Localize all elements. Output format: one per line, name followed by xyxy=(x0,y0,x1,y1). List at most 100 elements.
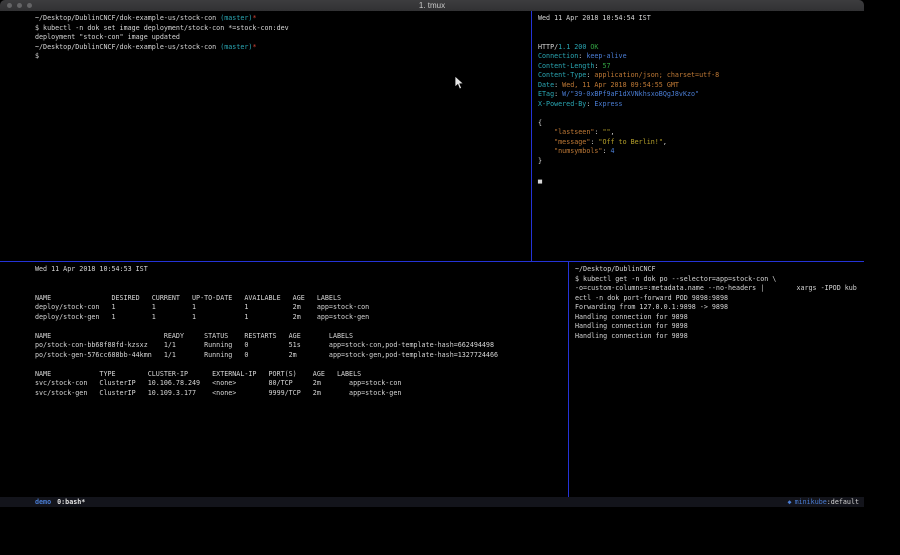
text-segment: svc/stock-con ClusterIP 10.106.78.249 <n… xyxy=(35,379,401,387)
text-segment: ectl -n dok port-forward POD 9898:9898 xyxy=(575,294,728,302)
terminal-line: Handling connection for 9898 xyxy=(575,313,864,323)
terminal-line: HTTP/1.1 200 OK xyxy=(538,43,864,53)
text-segment: "Off to Berlin!" xyxy=(598,138,662,146)
pane-top-right-http-response[interactable]: Wed 11 Apr 2018 10:54:54 IST HTTP/1.1 20… xyxy=(532,11,864,261)
text-segment: "numsymbols" xyxy=(554,147,602,155)
text-segment: deploy/stock-con 1 1 1 1 2m app=stock-co… xyxy=(35,303,369,311)
text-segment xyxy=(538,128,554,136)
terminal-line: "numsymbols": 4 xyxy=(538,147,864,157)
text-segment: , xyxy=(611,128,615,136)
terminal-window: 1. tmux ~/Desktop/DublinCNCF/dok-example… xyxy=(0,0,864,507)
terminal-line: $ xyxy=(35,52,531,62)
terminal-line: po/stock-gen-576cc688bb-44kmn 1/1 Runnin… xyxy=(35,351,568,361)
text-segment: 57 xyxy=(602,62,610,70)
text-segment: Content-Length xyxy=(538,62,594,70)
terminal-line: Wed 11 Apr 2018 10:54:54 IST xyxy=(538,14,864,24)
text-segment: ~/Desktop/DublinCNCF/dok-example-us/stoc… xyxy=(35,43,220,51)
terminal-line: Forwarding from 127.0.0.1:9898 -> 9898 xyxy=(575,303,864,313)
text-segment: $ kubectl -n dok set image deployment/st… xyxy=(35,24,289,32)
text-segment: Wed, 11 Apr 2018 09:54:55 GMT xyxy=(562,81,679,89)
terminal-line xyxy=(35,322,568,332)
terminal-line: } xyxy=(538,157,864,167)
text-segment: , xyxy=(663,138,667,146)
text-segment: ▄ xyxy=(538,176,542,184)
terminal-line: -o=custom-columns=:metadata.name --no-he… xyxy=(575,284,864,294)
terminal-line xyxy=(538,166,864,176)
pane-top-left-shell[interactable]: ~/Desktop/DublinCNCF/dok-example-us/stoc… xyxy=(0,11,531,261)
text-segment: } xyxy=(538,157,542,165)
pane-bottom-left-kubectl-watch[interactable]: Wed 11 Apr 2018 10:54:53 IST NAME DESIRE… xyxy=(0,262,568,497)
text-segment: NAME DESIRED CURRENT UP-TO-DATE AVAILABL… xyxy=(35,294,341,302)
terminal-line: deploy/stock-gen 1 1 1 1 2m app=stock-ge… xyxy=(35,313,568,323)
text-segment: -o=custom-columns=:metadata.name --no-he… xyxy=(575,284,857,292)
text-segment: Date xyxy=(538,81,554,89)
terminal-line xyxy=(35,360,568,370)
terminal-line: $ kubectl -n dok set image deployment/st… xyxy=(35,24,531,34)
terminal-line: ▄ xyxy=(538,176,864,186)
text-segment: deploy/stock-gen 1 1 1 1 2m app=stock-ge… xyxy=(35,313,369,321)
text-segment: $ xyxy=(35,52,39,60)
text-segment: OK xyxy=(590,43,598,51)
tmux-status-bar: demo 0:bash* ◆ minikube :default xyxy=(0,497,864,507)
terminal-line: NAME DESIRED CURRENT UP-TO-DATE AVAILABL… xyxy=(35,294,568,304)
pane-bottom-right-port-forward[interactable]: ~/Desktop/DublinCNCF $ kubectl get -n dok… xyxy=(569,262,864,497)
kube-context: minikube xyxy=(795,497,827,507)
terminal-line: ~/Desktop/DublinCNCF/dok-example-us/stoc… xyxy=(35,14,531,24)
window-title: 1. tmux xyxy=(0,0,864,11)
text-segment: * xyxy=(252,43,256,51)
terminal-line: po/stock-con-bb68f88fd-kzsxz 1/1 Running… xyxy=(35,341,568,351)
kube-icon: ◆ xyxy=(788,497,792,507)
text-segment: : xyxy=(554,81,562,89)
text-segment: : xyxy=(602,147,610,155)
text-segment: Handling connection for 9898 xyxy=(575,322,688,330)
text-segment: Handling connection for 9898 xyxy=(575,332,688,340)
terminal-line: NAME READY STATUS RESTARTS AGE LABELS xyxy=(35,332,568,342)
terminal-line: ectl -n dok port-forward POD 9898:9898 xyxy=(575,294,864,304)
session-name: demo xyxy=(35,497,51,507)
terminal-line: ~/Desktop/DublinCNCF xyxy=(575,265,864,275)
text-segment: deployment "stock-con" image updated xyxy=(35,33,180,41)
desktop-background: 1. tmux ~/Desktop/DublinCNCF/dok-example… xyxy=(0,0,900,555)
text-segment: 200 xyxy=(574,43,586,51)
text-segment: ETag xyxy=(538,90,554,98)
tmux-session: ~/Desktop/DublinCNCF/dok-example-us/stoc… xyxy=(0,11,864,497)
terminal-line: svc/stock-gen ClusterIP 10.109.3.177 <no… xyxy=(35,389,568,399)
text-segment: keep-alive xyxy=(586,52,626,60)
text-segment: NAME TYPE CLUSTER-IP EXTERNAL-IP PORT(S)… xyxy=(35,370,361,378)
text-segment: po/stock-con-bb68f88fd-kzsxz 1/1 Running… xyxy=(35,341,494,349)
terminal-line: NAME TYPE CLUSTER-IP EXTERNAL-IP PORT(S)… xyxy=(35,370,568,380)
text-segment: Wed 11 Apr 2018 10:54:53 IST xyxy=(35,265,148,273)
terminal-line: ~/Desktop/DublinCNCF/dok-example-us/stoc… xyxy=(35,43,531,53)
terminal-line: Connection: keep-alive xyxy=(538,52,864,62)
terminal-line: svc/stock-con ClusterIP 10.106.78.249 <n… xyxy=(35,379,568,389)
window-tab-bash[interactable]: 0:bash* xyxy=(57,497,85,507)
terminal-line xyxy=(538,109,864,119)
terminal-line: Content-Type: application/json; charset=… xyxy=(538,71,864,81)
text-segment: Express xyxy=(594,100,622,108)
text-segment: application/json; charset=utf-8 xyxy=(594,71,719,79)
text-segment: (master) xyxy=(220,14,252,22)
text-segment: (master) xyxy=(220,43,252,51)
text-segment: Connection xyxy=(538,52,578,60)
text-segment xyxy=(538,138,554,146)
text-segment: $ kubectl get -n dok po --selector=app=s… xyxy=(575,275,776,283)
terminal-line: Content-Length: 57 xyxy=(538,62,864,72)
title-bar[interactable]: 1. tmux xyxy=(0,0,864,11)
terminal-line: deployment "stock-con" image updated xyxy=(35,33,531,43)
terminal-line xyxy=(538,24,864,34)
terminal-line xyxy=(538,33,864,43)
text-segment: 4 xyxy=(611,147,615,155)
text-segment: X-Powered-By xyxy=(538,100,586,108)
text-segment: NAME READY STATUS RESTARTS AGE LABELS xyxy=(35,332,353,340)
text-segment: Handling connection for 9898 xyxy=(575,313,688,321)
text-segment: Forwarding from 127.0.0.1:9898 -> 9898 xyxy=(575,303,728,311)
terminal-line: Wed 11 Apr 2018 10:54:53 IST xyxy=(35,265,568,275)
terminal-line: deploy/stock-con 1 1 1 1 2m app=stock-co… xyxy=(35,303,568,313)
kube-namespace: :default xyxy=(827,497,859,507)
text-segment: "message" xyxy=(554,138,590,146)
text-segment: ~/Desktop/DublinCNCF/dok-example-us/stoc… xyxy=(35,14,220,22)
terminal-line: Date: Wed, 11 Apr 2018 09:54:55 GMT xyxy=(538,81,864,91)
text-segment: ~/Desktop/DublinCNCF xyxy=(575,265,656,273)
text-segment: 1.1 xyxy=(558,43,570,51)
terminal-line xyxy=(35,284,568,294)
